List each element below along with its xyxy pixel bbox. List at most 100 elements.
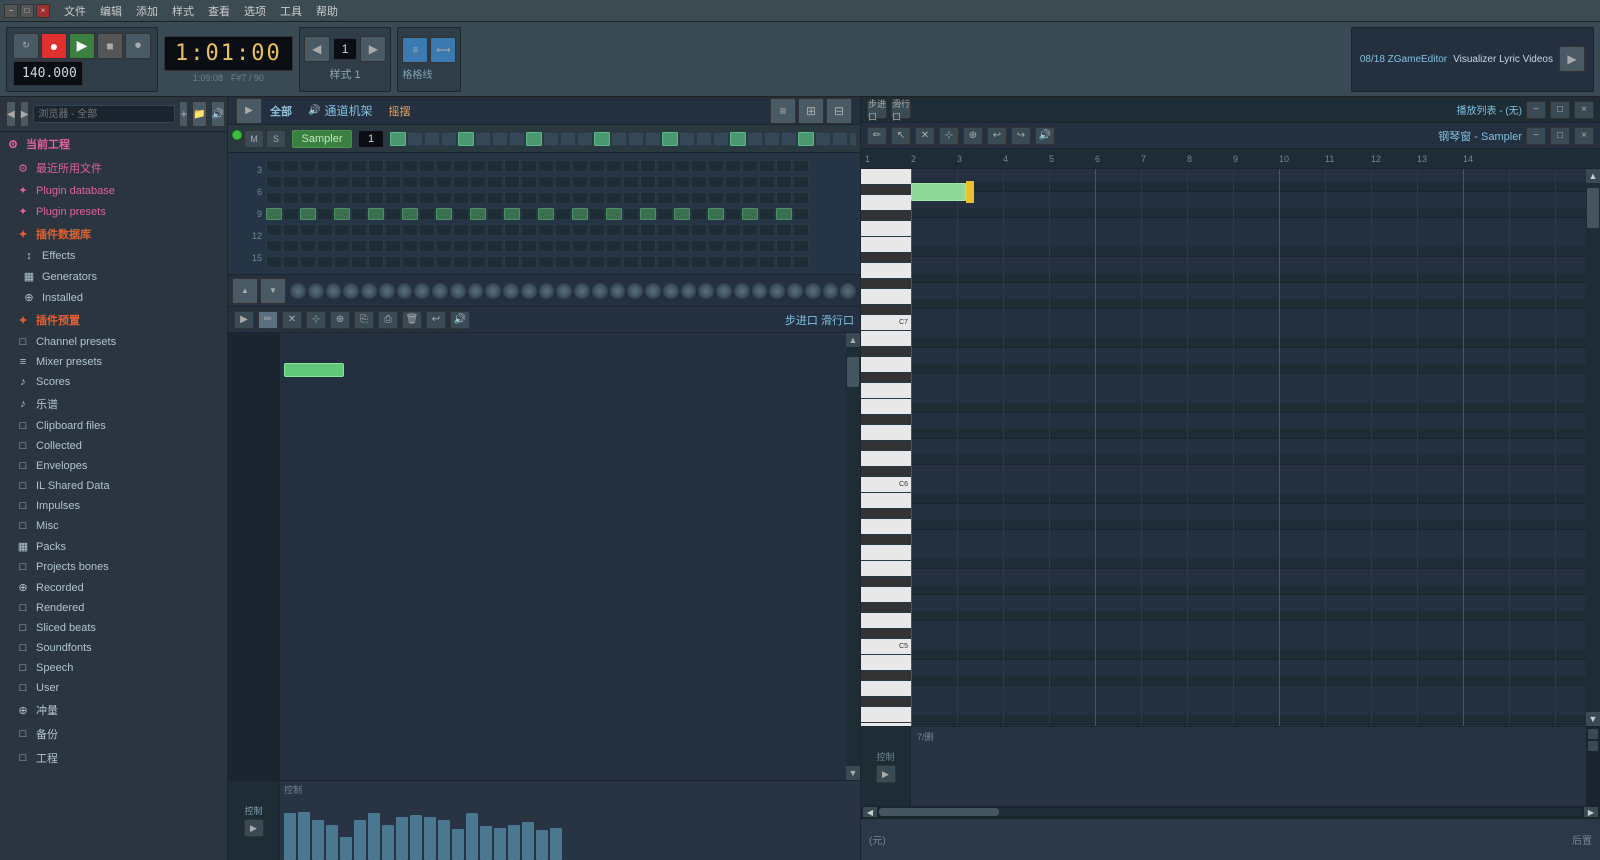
cr-btn1[interactable]: ≡ xyxy=(770,98,796,124)
grid-step-4-9[interactable] xyxy=(419,224,435,236)
step-btn-14[interactable] xyxy=(628,132,644,146)
pr-paste[interactable]: ⎙ xyxy=(378,311,398,329)
knob-25[interactable] xyxy=(734,283,750,299)
grid-step-4-7[interactable] xyxy=(385,224,401,236)
grid-step-5-15[interactable] xyxy=(521,240,537,252)
note-block[interactable] xyxy=(284,363,344,377)
sidebar-item-channel-presets[interactable]: □ Channel presets xyxy=(0,332,227,352)
grid-step-5-2[interactable] xyxy=(300,240,316,252)
grid-step-1-11[interactable] xyxy=(453,176,469,188)
grid-step-5-4[interactable] xyxy=(334,240,350,252)
piano-key-24[interactable] xyxy=(861,493,911,509)
menu-add[interactable]: 添加 xyxy=(130,1,164,21)
piano-key-37[interactable] xyxy=(861,671,911,681)
knob-30[interactable] xyxy=(823,283,839,299)
vel-bar-8[interactable] xyxy=(396,817,408,860)
grid-step-4-27[interactable] xyxy=(725,224,741,236)
pattern-next[interactable]: ▶ xyxy=(360,36,386,62)
sidebar-item-plugin-db-en[interactable]: ✦ Plugin database xyxy=(0,180,227,201)
sidebar-item-recorded[interactable]: ⊕ Recorded xyxy=(0,577,227,598)
rp-maximize[interactable]: □ xyxy=(1550,101,1570,119)
vel-bar-11[interactable] xyxy=(438,820,450,860)
piano-key-33[interactable] xyxy=(861,613,911,629)
rp-snap[interactable]: 步进口 xyxy=(867,101,887,119)
piano-key-10[interactable] xyxy=(861,305,911,315)
grid-step-4-31[interactable] xyxy=(793,224,809,236)
grid-step-6-2[interactable] xyxy=(300,256,316,268)
sidebar-item-user[interactable]: □ User xyxy=(0,678,227,698)
grid-step-4-17[interactable] xyxy=(555,224,571,236)
grid-step-1-23[interactable] xyxy=(657,176,673,188)
knob-22[interactable] xyxy=(681,283,697,299)
vel-bar-7[interactable] xyxy=(382,825,394,860)
rp-ctrl-btn[interactable]: ▶ xyxy=(876,765,896,783)
step-btn-12[interactable] xyxy=(594,132,610,146)
knob-7[interactable] xyxy=(414,283,430,299)
piano-key-25[interactable] xyxy=(861,509,911,519)
knob-17[interactable] xyxy=(592,283,608,299)
pr-arrow[interactable]: ▶ xyxy=(234,311,254,329)
grid-step-0-13[interactable] xyxy=(487,160,503,172)
grid-step-0-1[interactable] xyxy=(283,160,299,172)
grid-step-0-11[interactable] xyxy=(453,160,469,172)
grid-step-6-8[interactable] xyxy=(402,256,418,268)
piano-key-31[interactable] xyxy=(861,587,911,603)
grid-step-0-28[interactable] xyxy=(742,160,758,172)
grid-step-6-11[interactable] xyxy=(453,256,469,268)
rpt-pointer[interactable]: ↖ xyxy=(891,127,911,145)
pr-ctrl-btn[interactable]: ▶ xyxy=(244,819,264,837)
grid-step-2-14[interactable] xyxy=(504,192,520,204)
record-btn[interactable]: ● xyxy=(41,33,67,59)
rpt-eraser[interactable]: ✕ xyxy=(915,127,935,145)
vel-bar-5[interactable] xyxy=(354,820,366,860)
grid-step-0-31[interactable] xyxy=(793,160,809,172)
sidebar-item-il-shared-data[interactable]: □ IL Shared Data xyxy=(0,476,227,496)
grid-step-2-25[interactable] xyxy=(691,192,707,204)
grid-step-3-12[interactable] xyxy=(470,208,486,220)
piano-key-27[interactable] xyxy=(861,535,911,545)
grid-step-3-22[interactable] xyxy=(640,208,656,220)
grid-step-1-12[interactable] xyxy=(470,176,486,188)
rp-note-grid[interactable] xyxy=(911,169,1586,726)
grid-step-4-26[interactable] xyxy=(708,224,724,236)
piano-key-19[interactable] xyxy=(861,425,911,441)
ch-solo[interactable]: S xyxy=(266,130,286,148)
grid-step-1-20[interactable] xyxy=(606,176,622,188)
grid-step-5-27[interactable] xyxy=(725,240,741,252)
pause-btn[interactable]: ⏺ xyxy=(125,33,151,59)
step-btn-10[interactable] xyxy=(560,132,576,146)
grid-step-5-22[interactable] xyxy=(640,240,656,252)
rp-minimize[interactable]: − xyxy=(1526,101,1546,119)
grid-step-6-16[interactable] xyxy=(538,256,554,268)
piano-key-8[interactable] xyxy=(861,279,911,289)
ch-pattern[interactable]: 1 xyxy=(358,130,384,148)
grid-step-2-23[interactable] xyxy=(657,192,673,204)
grid-step-3-23[interactable] xyxy=(657,208,673,220)
grid-step-5-12[interactable] xyxy=(470,240,486,252)
note-grid[interactable] xyxy=(280,333,846,780)
grid-step-3-20[interactable] xyxy=(606,208,622,220)
grid-step-2-8[interactable] xyxy=(402,192,418,204)
step-btn-2[interactable] xyxy=(424,132,440,146)
grid-step-3-2[interactable] xyxy=(300,208,316,220)
knob-10[interactable] xyxy=(468,283,484,299)
ch-mute[interactable]: M xyxy=(244,130,264,148)
piano-key-39[interactable] xyxy=(861,697,911,707)
rp-h-thumb[interactable] xyxy=(879,808,999,816)
piano-key-20[interactable] xyxy=(861,441,911,451)
knob-3[interactable] xyxy=(343,283,359,299)
grid-step-5-1[interactable] xyxy=(283,240,299,252)
grid-step-2-15[interactable] xyxy=(521,192,537,204)
grid-step-3-28[interactable] xyxy=(742,208,758,220)
knob-0[interactable] xyxy=(290,283,306,299)
vel-bar-6[interactable] xyxy=(368,813,380,860)
grid-step-5-31[interactable] xyxy=(793,240,809,252)
grid-step-4-1[interactable] xyxy=(283,224,299,236)
piano-key-1[interactable] xyxy=(861,185,911,195)
grid-step-0-16[interactable] xyxy=(538,160,554,172)
knob-14[interactable] xyxy=(539,283,555,299)
menu-file[interactable]: 文件 xyxy=(58,1,92,21)
grid-step-1-27[interactable] xyxy=(725,176,741,188)
knob-28[interactable] xyxy=(787,283,803,299)
piano-key-29[interactable] xyxy=(861,561,911,577)
